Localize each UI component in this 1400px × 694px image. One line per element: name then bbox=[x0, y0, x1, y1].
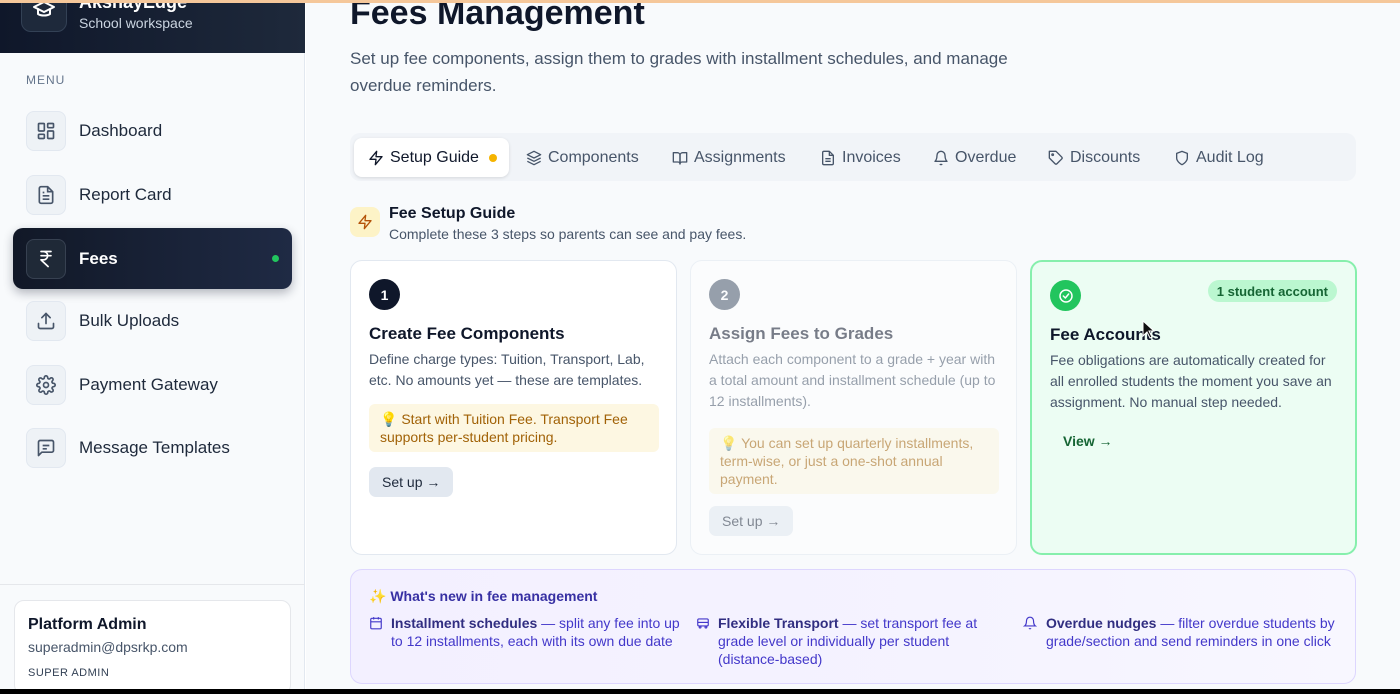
whats-new-panel: ✨ What's new in fee management Installme… bbox=[350, 569, 1356, 684]
rupee-icon bbox=[26, 238, 66, 279]
upload-icon bbox=[26, 300, 66, 341]
bus-icon bbox=[697, 618, 709, 629]
tab-label: Components bbox=[548, 148, 639, 166]
calendar-icon bbox=[370, 617, 382, 630]
main-content: Fees Management Set up fee components, a… bbox=[306, 0, 1400, 689]
graduation-cap-icon bbox=[21, 0, 67, 32]
user-profile-card[interactable]: Platform Admin superadmin@dpsrkp.com SUP… bbox=[14, 600, 291, 689]
sidebar-item-report-card[interactable]: Report Card bbox=[13, 164, 292, 225]
tab-label: Discounts bbox=[1070, 148, 1141, 166]
step-card-create-components: 1 Create Fee Components Define charge ty… bbox=[350, 260, 677, 555]
active-indicator-dot bbox=[272, 255, 279, 262]
setup-components-button[interactable]: Set up → bbox=[369, 467, 454, 497]
user-email: superadmin@dpsrkp.com bbox=[28, 639, 188, 655]
step-number: 2 bbox=[709, 279, 740, 310]
bell-icon bbox=[1023, 616, 1037, 630]
message-icon bbox=[26, 427, 66, 468]
sidebar-item-payment-gateway[interactable]: Payment Gateway bbox=[13, 354, 292, 415]
whats-new-title: ✨ What's new in fee management bbox=[369, 588, 598, 604]
document-icon bbox=[26, 174, 66, 215]
bolt-icon bbox=[369, 150, 383, 165]
tab-setup-guide[interactable]: Setup Guide bbox=[354, 138, 509, 177]
invoice-icon bbox=[822, 150, 834, 165]
tab-bar: Setup Guide Components Assignments Invoi… bbox=[350, 133, 1356, 181]
layers-icon bbox=[526, 150, 542, 165]
view-accounts-link[interactable]: View → bbox=[1063, 433, 1113, 449]
card-description: Fee obligations are automatically create… bbox=[1050, 352, 1332, 410]
tab-label: Assignments bbox=[694, 148, 786, 166]
sidebar-item-label: Dashboard bbox=[79, 120, 163, 140]
tab-discounts[interactable]: Discounts bbox=[1048, 138, 1140, 177]
tab-assignments[interactable]: Assignments bbox=[672, 138, 786, 177]
sidebar-item-label: Report Card bbox=[79, 184, 172, 204]
feature-name: Installment schedules bbox=[391, 615, 538, 631]
tab-audit-log[interactable]: Audit Log bbox=[1174, 138, 1264, 177]
card-title: Assign Fees to Grades bbox=[709, 324, 894, 343]
tab-label: Setup Guide bbox=[390, 148, 479, 166]
sidebar-item-fees[interactable]: Fees bbox=[13, 228, 292, 289]
tab-label: Invoices bbox=[842, 148, 901, 166]
guide-subtitle: Complete these 3 steps so parents can se… bbox=[389, 226, 747, 242]
mouse-cursor-icon bbox=[1142, 320, 1156, 339]
sidebar-item-dashboard[interactable]: Dashboard bbox=[13, 100, 292, 161]
tab-label: Overdue bbox=[955, 148, 1017, 166]
user-role: SUPER ADMIN bbox=[28, 667, 110, 679]
tip-box: 💡 You can set up quarterly installments,… bbox=[709, 428, 999, 494]
whats-new-item: Overdue nudges — filter overdue students… bbox=[1046, 614, 1341, 650]
tab-label: Audit Log bbox=[1196, 148, 1264, 166]
tab-overdue[interactable]: Overdue bbox=[933, 138, 1016, 177]
user-name: Platform Admin bbox=[28, 616, 147, 633]
app-window: AkshayEdge School workspace MENU Dashboa… bbox=[0, 0, 1400, 689]
tab-status-dot bbox=[488, 153, 497, 162]
tag-icon bbox=[1048, 150, 1063, 165]
dashboard-icon bbox=[26, 110, 66, 151]
card-description: Define charge types: Tuition, Transport,… bbox=[369, 351, 645, 388]
sidebar-item-label: Message Templates bbox=[79, 437, 230, 457]
tab-components[interactable]: Components bbox=[526, 138, 639, 177]
brand-header: AkshayEdge School workspace bbox=[0, 0, 305, 53]
tab-invoices[interactable]: Invoices bbox=[820, 138, 901, 177]
guide-title: Fee Setup Guide bbox=[389, 205, 516, 222]
sidebar-item-label: Fees bbox=[79, 248, 118, 268]
card-title: Create Fee Components bbox=[369, 324, 565, 343]
sidebar-item-bulk-uploads[interactable]: Bulk Uploads bbox=[13, 290, 292, 351]
gear-icon bbox=[26, 364, 66, 405]
feature-name: Flexible Transport bbox=[718, 615, 839, 631]
tip-box: 💡 Start with Tuition Fee. Transport Fee … bbox=[369, 404, 659, 452]
step-number: 1 bbox=[369, 279, 400, 310]
whats-new-item: Flexible Transport — set transport fee a… bbox=[718, 614, 998, 668]
step-card-assign-fees: 2 Assign Fees to Grades Attach each comp… bbox=[690, 260, 1017, 555]
page-title: Fees Management bbox=[350, 0, 645, 32]
brand-subtitle: School workspace bbox=[79, 15, 193, 31]
whats-new-item: Installment schedules — split any fee in… bbox=[391, 614, 681, 650]
bell-icon bbox=[934, 150, 948, 165]
shield-icon bbox=[1176, 150, 1188, 165]
sidebar-item-label: Bulk Uploads bbox=[79, 310, 180, 330]
top-accent-line bbox=[0, 0, 1400, 3]
status-badge: 1 student account bbox=[1207, 280, 1337, 302]
menu-label: MENU bbox=[26, 73, 66, 87]
sidebar-item-message-templates[interactable]: Message Templates bbox=[13, 417, 292, 478]
feature-name: Overdue nudges bbox=[1046, 615, 1157, 631]
sidebar: AkshayEdge School workspace MENU Dashboa… bbox=[0, 0, 305, 689]
bolt-icon bbox=[350, 207, 380, 237]
divider bbox=[0, 584, 305, 585]
check-circle-icon bbox=[1050, 280, 1081, 311]
step-card-fee-accounts: 1 student account Fee Accounts Fee oblig… bbox=[1030, 260, 1357, 555]
page-subtitle: Set up fee components, assign them to gr… bbox=[350, 49, 1008, 95]
setup-assignments-button[interactable]: Set up → bbox=[709, 506, 794, 536]
sidebar-item-label: Payment Gateway bbox=[79, 374, 218, 394]
card-description: Attach each component to a grade + year … bbox=[709, 351, 996, 409]
book-icon bbox=[672, 151, 688, 165]
